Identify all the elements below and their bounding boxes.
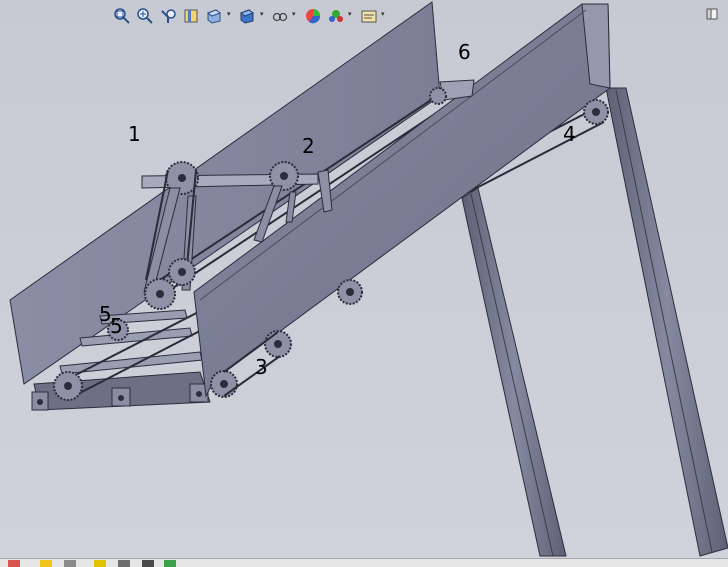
viewport-controls: [704, 6, 728, 24]
section-view-icon[interactable]: [181, 6, 201, 26]
hide-show-items-icon[interactable]: [270, 6, 290, 26]
apply-scene-icon[interactable]: [326, 6, 346, 26]
edit-appearance-icon[interactable]: [303, 6, 323, 26]
zoom-to-area-icon[interactable]: [135, 6, 155, 26]
display-style-dropdown-icon[interactable]: ▾: [260, 10, 266, 20]
previous-view-icon[interactable]: [158, 6, 178, 26]
apply-scene-dropdown-icon[interactable]: ▾: [348, 10, 354, 20]
display-style-icon[interactable]: [237, 6, 257, 26]
callout-2: 2: [302, 134, 315, 158]
zoom-to-fit-icon[interactable]: [112, 6, 132, 26]
view-settings-dropdown-icon[interactable]: ▾: [381, 10, 387, 20]
callout-3: 3: [255, 355, 268, 379]
callout-1: 1: [128, 122, 141, 146]
callout-5b: 5: [110, 314, 123, 338]
maximize-viewport-icon[interactable]: [704, 7, 728, 21]
heads-up-view-toolbar: ▾ ▾ ▾ ▾ ▾: [110, 4, 395, 28]
conveyor-model[interactable]: [0, 0, 728, 566]
callout-6: 6: [458, 40, 471, 64]
support-leg-right: [605, 87, 728, 557]
view-orientation-icon[interactable]: [204, 6, 224, 26]
support-leg-middle: [461, 187, 567, 557]
graphics-area[interactable]: 1 2 3 4 5 5 6 ▾ ▾ ▾ ▾ ▾: [0, 0, 728, 567]
view-orientation-dropdown-icon[interactable]: ▾: [227, 10, 233, 20]
view-settings-icon[interactable]: [359, 6, 379, 26]
hide-show-dropdown-icon[interactable]: ▾: [292, 10, 298, 20]
callout-4: 4: [563, 122, 576, 146]
